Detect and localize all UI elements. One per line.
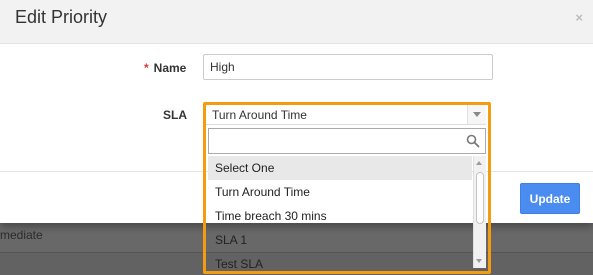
scrollbar-thumb[interactable] (476, 172, 484, 224)
dropdown-scrollbar[interactable] (473, 156, 486, 268)
required-marker: * (144, 61, 149, 75)
sla-option[interactable]: Turn Around Time (208, 180, 472, 204)
name-input[interactable] (203, 54, 493, 80)
sla-select[interactable]: Turn Around Time (206, 105, 486, 125)
sla-option[interactable]: SLA 1 (208, 228, 472, 252)
sla-option[interactable]: Time breach 30 mins (208, 204, 472, 228)
sla-option[interactable]: Select One (208, 156, 472, 180)
sla-label: SLA (163, 108, 187, 122)
sla-options-list: Select One Turn Around Time Time breach 30… (208, 156, 472, 268)
scroll-down-icon[interactable] (476, 259, 482, 263)
search-icon (466, 134, 480, 148)
name-label: * Name (144, 61, 186, 75)
close-icon[interactable]: × (575, 10, 583, 26)
chevron-down-icon[interactable] (467, 105, 486, 124)
sla-search-box (208, 128, 486, 154)
update-button[interactable]: Update (520, 183, 580, 214)
modal-header: Edit Priority × (0, 0, 593, 44)
sla-option[interactable]: Test SLA (208, 252, 472, 268)
scroll-up-icon[interactable] (476, 161, 482, 165)
modal-title: Edit Priority (15, 7, 108, 27)
background-row-text: mediate (0, 228, 43, 242)
sla-selected-value: Turn Around Time (212, 108, 307, 122)
name-label-text: Name (153, 61, 187, 75)
sla-search-input[interactable] (209, 129, 471, 151)
